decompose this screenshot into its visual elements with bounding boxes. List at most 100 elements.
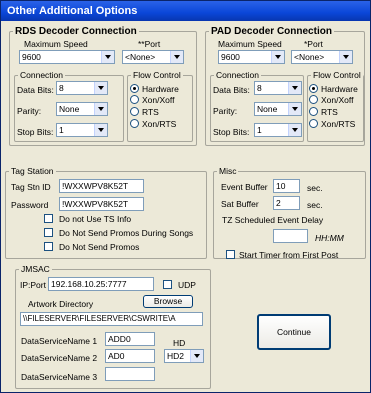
pad-parity-select[interactable]: None [254, 102, 302, 116]
chevron-down-icon [94, 82, 107, 94]
rds-flow-xonxoff-radio[interactable] [130, 95, 139, 104]
pad-data-bits-value: 8 [257, 83, 262, 93]
pad-data-bits-select[interactable]: 8 [254, 81, 302, 95]
event-buffer-unit: sec. [307, 183, 323, 193]
pad-data-bits-label: Data Bits: [213, 85, 250, 95]
pad-stop-bits-select[interactable]: 1 [254, 123, 302, 137]
rds-flow-xonxoff-label: Xon/Xoff [142, 95, 175, 105]
chevron-down-icon [288, 103, 301, 115]
continue-button[interactable]: Continue [257, 314, 331, 350]
rds-port-value: <None> [125, 52, 156, 62]
rds-port-select[interactable]: <None> [122, 50, 184, 64]
chevron-down-icon [288, 82, 301, 94]
event-buffer-label: Event Buffer [221, 182, 268, 192]
jmsac-title: JMSAC [21, 264, 50, 274]
rds-flow-xonrts-radio[interactable] [130, 119, 139, 128]
pad-parity-value: None [257, 104, 278, 114]
ds1-suffix: HD [173, 338, 186, 348]
pad-parity-label: Parity: [213, 106, 238, 116]
misc-title: Misc [219, 166, 237, 176]
pad-flow-xonrts-radio[interactable] [309, 119, 318, 128]
tag-stn-id-label: Tag Stn ID [11, 182, 51, 192]
rds-flow-label: Flow Control [133, 70, 181, 80]
pad-flow-rts-label: RTS [321, 107, 338, 117]
pad-group-title: PAD Decoder Connection [211, 26, 332, 37]
rds-flow-rts-label: RTS [142, 107, 159, 117]
no-promos-songs-checkbox[interactable] [44, 228, 53, 237]
tag-stn-id-input[interactable]: !WXXWPV8K52T [59, 179, 144, 193]
chevron-down-icon [94, 103, 107, 115]
pad-max-speed-label: Maximum Speed [218, 39, 282, 49]
pad-port-select[interactable]: <None> [291, 50, 353, 64]
ds3-label: DataServiceName 3 [21, 372, 98, 382]
tz-format-hint: HH:MM [315, 233, 344, 243]
ds3-input[interactable] [105, 367, 155, 381]
ds2-hd-value: HD2 [167, 351, 185, 361]
rds-flow-hardware-label: Hardware [142, 84, 179, 94]
rds-stop-bits-value: 1 [59, 125, 64, 135]
pad-stop-bits-value: 1 [257, 125, 262, 135]
pad-stop-bits-label: Stop Bits: [213, 127, 250, 137]
tz-delay-input[interactable] [273, 229, 308, 243]
rds-max-speed-label: Maximum Speed [24, 39, 88, 49]
rds-stop-bits-select[interactable]: 1 [56, 123, 108, 137]
no-ts-info-label: Do not Use TS Info [59, 214, 132, 224]
udp-checkbox[interactable] [163, 280, 172, 289]
chevron-down-icon [190, 350, 203, 362]
ip-port-label: IP:Port [20, 280, 46, 290]
pad-flow-control-group: Flow Control [307, 70, 364, 142]
sat-buffer-label: Sat Buffer [221, 199, 259, 209]
event-buffer-input[interactable]: 10 [273, 179, 300, 193]
pad-flow-hardware-label: Hardware [321, 84, 358, 94]
pad-flow-hardware-radio[interactable] [309, 84, 318, 93]
chevron-down-icon [339, 51, 352, 63]
no-promos-checkbox[interactable] [44, 242, 53, 251]
rds-parity-label: Parity: [17, 106, 42, 116]
no-ts-info-checkbox[interactable] [44, 214, 53, 223]
rds-flow-xonrts-label: Xon/RTS [142, 119, 177, 129]
rds-port-label: **Port [138, 39, 161, 49]
title-bar: Other Additional Options [1, 1, 370, 21]
no-promos-label: Do Not Send Promos [59, 242, 140, 252]
rds-connection-label: Connection [20, 70, 64, 80]
chevron-down-icon [101, 51, 114, 63]
rds-flow-rts-radio[interactable] [130, 107, 139, 116]
ds2-input[interactable]: AD0 [105, 349, 155, 363]
ds1-input[interactable]: ADD0 [105, 332, 155, 346]
options-window: Other Additional Options RDS Decoder Con… [0, 0, 371, 393]
pad-max-speed-select[interactable]: 9600 [218, 50, 285, 64]
rds-max-speed-select[interactable]: 9600 [19, 50, 115, 64]
pad-flow-rts-radio[interactable] [309, 107, 318, 116]
rds-flow-control-group: Flow Control [127, 70, 193, 142]
pad-flow-xonrts-label: Xon/RTS [321, 119, 356, 129]
rds-stop-bits-label: Stop Bits: [17, 127, 54, 137]
rds-parity-value: None [59, 104, 80, 114]
pad-flow-xonxoff-label: Xon/Xoff [321, 95, 354, 105]
pad-max-speed-value: 9600 [221, 52, 240, 62]
ip-port-input[interactable]: 192.168.10.25:7777 [48, 277, 154, 291]
ds2-hd-select[interactable]: HD2 [164, 349, 204, 363]
udp-label: UDP [178, 280, 196, 290]
tz-delay-label: TZ Scheduled Event Delay [222, 215, 324, 225]
rds-data-bits-label: Data Bits: [17, 85, 54, 95]
tag-station-title: Tag Station [11, 166, 54, 176]
rds-data-bits-value: 8 [59, 83, 64, 93]
sat-buffer-unit: sec. [307, 200, 323, 210]
artwork-directory-input[interactable]: \\FILESERVER\FILESERVER\CSWRITE\A [20, 312, 203, 326]
pad-port-value: <None> [294, 52, 325, 62]
tag-password-input[interactable]: !WXXWPV8K52T [59, 197, 144, 211]
chevron-down-icon [94, 124, 107, 136]
artwork-directory-label: Artwork Directory [28, 299, 94, 309]
sat-buffer-input[interactable]: 2 [273, 196, 300, 210]
rds-parity-select[interactable]: None [56, 102, 108, 116]
rds-data-bits-select[interactable]: 8 [56, 81, 108, 95]
ds1-label: DataServiceName 1 [21, 336, 98, 346]
chevron-down-icon [271, 51, 284, 63]
start-timer-checkbox[interactable] [226, 250, 235, 259]
browse-button[interactable]: Browse [143, 295, 193, 308]
rds-flow-hardware-radio[interactable] [130, 84, 139, 93]
rds-group-title: RDS Decoder Connection [15, 26, 137, 37]
ds2-label: DataServiceName 2 [21, 353, 98, 363]
pad-flow-xonxoff-radio[interactable] [309, 95, 318, 104]
no-promos-songs-label: Do Not Send Promos During Songs [59, 228, 194, 238]
